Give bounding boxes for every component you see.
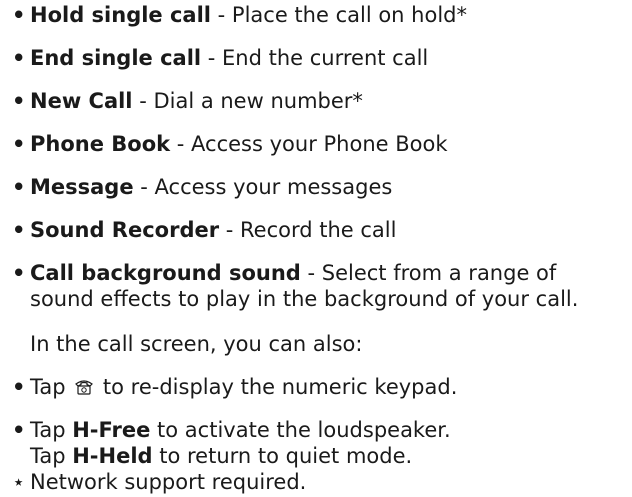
item-title: End single call <box>30 46 202 70</box>
item-description: - Place the call on hold* <box>211 3 467 27</box>
item-description: - Access your Phone Book <box>170 132 448 156</box>
item-description-continued: sound effects to play in the background … <box>30 287 579 311</box>
footnote-marker: ⋆ <box>12 470 26 494</box>
item-title: Sound Recorder <box>30 218 220 242</box>
footnote-text: Network support required. <box>30 470 307 494</box>
item-title: New Call <box>30 89 133 113</box>
list-item: • Hold single call - Place the call on h… <box>12 2 467 28</box>
bullet: • <box>12 418 26 442</box>
bullet: • <box>12 132 26 156</box>
list-item: • Sound Recorder - Record the call <box>12 217 396 243</box>
list-item: • Message - Access your messages <box>12 174 392 200</box>
h-free-label: H-Free <box>72 418 151 442</box>
item-title: Message <box>30 175 134 199</box>
footnote: ⋆ Network support required. <box>12 469 306 495</box>
list-item: • Tap H-Free to activate the loudspeaker… <box>12 418 451 468</box>
item-description: - Access your messages <box>133 175 393 199</box>
list-item: • Phone Book - Access your Phone Book <box>12 131 448 157</box>
item-description: - Dial a new number* <box>132 89 363 113</box>
bullet: • <box>12 375 26 399</box>
item-description: - End the current call <box>201 46 429 70</box>
item-title: Phone Book <box>30 132 171 156</box>
h-held-label: H-Held <box>72 444 153 468</box>
intro-text: In the call screen, you can also: <box>30 332 363 356</box>
bullet: • <box>12 175 26 199</box>
list-item: • Call background sound - Select from a … <box>12 260 627 312</box>
bullet: • <box>12 46 26 70</box>
bullet: • <box>12 261 26 285</box>
bullet: • <box>12 218 26 242</box>
phone-icon <box>74 376 94 395</box>
list-item: • Tap to re-display the numeric keypad. <box>12 375 458 399</box>
list-item: • End single call - End the current call <box>12 45 428 71</box>
item-description: - Select from a range of <box>300 261 557 285</box>
bullet: • <box>12 3 26 27</box>
item-description: - Record the call <box>219 218 397 242</box>
item-title: Call background sound <box>30 261 301 285</box>
list-item: • New Call - Dial a new number* <box>12 88 363 114</box>
item-title: Hold single call <box>30 3 211 27</box>
bullet: • <box>12 89 26 113</box>
